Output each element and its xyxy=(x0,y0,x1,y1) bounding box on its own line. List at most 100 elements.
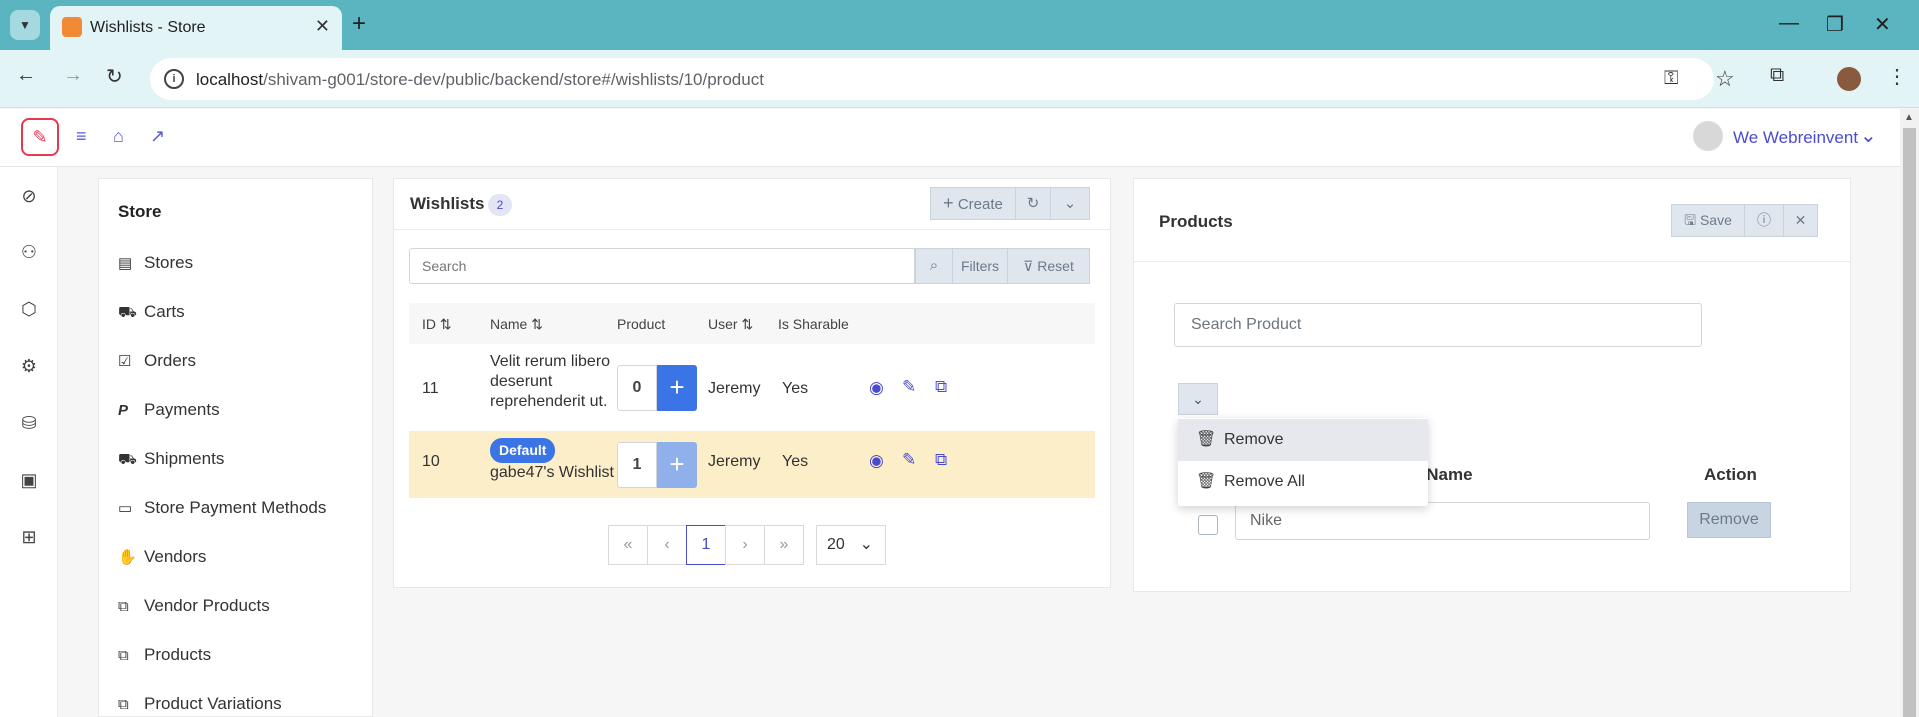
table-row-selected[interactable]: 10 Default gabe47's Wishlist 1 + Jeremy … xyxy=(409,432,1095,498)
row-checkbox[interactable] xyxy=(1198,515,1218,535)
reload-button[interactable]: ↻ xyxy=(1015,187,1051,220)
create-button[interactable]: + Create xyxy=(930,187,1016,220)
reload-icon[interactable]: ↻ xyxy=(106,64,123,89)
add-product-button[interactable]: + xyxy=(657,442,697,488)
create-label: Create xyxy=(957,196,1003,213)
copy-icon[interactable]: ⧉ xyxy=(935,377,947,397)
chevron-down-icon[interactable]: ⌄ xyxy=(1860,123,1877,148)
eye-icon[interactable]: ◉ xyxy=(869,378,884,398)
compass-icon[interactable]: ⊘ xyxy=(19,186,39,207)
password-key-icon[interactable]: ⚿ xyxy=(1664,68,1678,90)
sort-icon: ⇅ xyxy=(439,316,452,332)
new-tab-button[interactable]: + xyxy=(352,11,366,37)
column-header-product: Product xyxy=(617,316,665,332)
column-header-id[interactable]: ID ⇅ xyxy=(422,316,452,333)
external-link-icon[interactable]: ↗ xyxy=(150,126,165,147)
column-header-user[interactable]: User ⇅ xyxy=(708,316,753,333)
close-icon[interactable]: ✕ xyxy=(315,16,330,37)
favicon-icon xyxy=(62,17,82,37)
tab-title: Wishlists - Store xyxy=(90,19,206,36)
reset-button[interactable]: ⊽ Reset xyxy=(1007,248,1090,284)
database-icon[interactable]: ⛁ xyxy=(19,413,39,434)
filters-button[interactable]: Filters xyxy=(952,248,1008,284)
browser-tab-active[interactable]: Wishlists - Store ✕ xyxy=(50,6,342,50)
bulk-actions-dropdown-button[interactable]: ⌄ xyxy=(1178,383,1218,415)
page-size-select[interactable]: 20 ⌄ xyxy=(816,525,886,565)
window-close-icon[interactable]: ✕ xyxy=(1874,12,1891,37)
remove-button[interactable]: Remove xyxy=(1687,502,1771,538)
cell-sharable: Yes xyxy=(782,453,809,470)
chevron-down-icon: ⌄ xyxy=(1192,391,1204,407)
tab-search-button[interactable]: ▼ xyxy=(10,10,40,40)
back-icon[interactable]: ← xyxy=(16,64,36,87)
chevron-down-icon: ⌄ xyxy=(1063,195,1077,212)
user-icon[interactable]: ⚇ xyxy=(19,242,39,263)
user-name[interactable]: We Webreinvent xyxy=(1733,128,1858,148)
sidebar-item-payments[interactable]: P Payments xyxy=(118,400,220,420)
product-name-field[interactable]: Nike xyxy=(1235,502,1650,540)
url-text: localhost/shivam-g001/store-dev/public/b… xyxy=(196,70,764,90)
sidebar-item-stores[interactable]: ▤ Stores xyxy=(118,253,193,273)
menu-icon[interactable]: ≡ xyxy=(76,126,87,147)
site-info-icon[interactable]: i xyxy=(164,69,184,89)
gear-icon[interactable]: ⚙ xyxy=(19,356,39,377)
column-label: User xyxy=(708,316,738,332)
plus-icon: + xyxy=(943,193,954,213)
forward-icon[interactable]: → xyxy=(63,64,83,87)
sidebar-item-vendors[interactable]: ✋ Vendors xyxy=(118,547,206,567)
filters-label: Filters xyxy=(960,258,1000,274)
page-size-value: 20 xyxy=(827,536,845,553)
sidebar-title: Store xyxy=(118,202,162,221)
app-logo-icon[interactable]: ✎ xyxy=(21,118,59,156)
actions-dropdown-button[interactable]: ⌄ xyxy=(1050,187,1090,220)
sidebar-item-label: Store Payment Methods xyxy=(144,498,327,517)
grid-icon[interactable]: ⊞ xyxy=(19,527,39,548)
sidebar-item-orders[interactable]: ☑ Orders xyxy=(118,351,196,371)
menu-item-remove-all[interactable]: 🗑 Remove All xyxy=(1178,461,1428,503)
sidebar-item-carts[interactable]: ⛟ Carts xyxy=(118,302,185,323)
info-button[interactable]: ⓘ xyxy=(1744,204,1784,237)
pencil-icon[interactable]: ✎ xyxy=(902,450,916,470)
menu-item-remove[interactable]: 🗑 Remove xyxy=(1178,419,1428,461)
eye-icon[interactable]: ◉ xyxy=(869,451,884,471)
product-count: 1 xyxy=(617,442,657,488)
bookmark-star-icon[interactable]: ☆ xyxy=(1715,66,1735,92)
restore-icon[interactable]: ❐ xyxy=(1826,12,1844,37)
scroll-up-icon[interactable]: ▲ xyxy=(1904,112,1914,123)
table-row[interactable]: 11 Velit rerum libero deserunt reprehend… xyxy=(409,344,1095,432)
save-button[interactable]: 🖫 Save xyxy=(1671,204,1745,237)
next-page-button[interactable]: › xyxy=(725,525,765,565)
close-button[interactable]: ✕ xyxy=(1783,204,1818,237)
add-product-button[interactable]: + xyxy=(657,365,697,411)
avatar[interactable] xyxy=(1693,121,1723,151)
address-bar[interactable]: i localhost/shivam-g001/store-dev/public… xyxy=(150,58,1735,100)
divider xyxy=(394,229,1110,230)
pencil-icon[interactable]: ✎ xyxy=(902,377,916,397)
sidebar-item-vendor-products[interactable]: ⧉ Vendor Products xyxy=(118,596,270,616)
scrollbar-thumb[interactable] xyxy=(1903,128,1916,717)
box-icon[interactable]: ⬡ xyxy=(19,299,39,320)
copy-icon[interactable]: ⧉ xyxy=(935,450,947,470)
trash-icon: 🗑 xyxy=(1196,431,1217,448)
image-icon[interactable]: ▣ xyxy=(19,470,39,491)
last-page-button[interactable]: » xyxy=(764,525,804,565)
current-page-button[interactable]: 1 xyxy=(686,525,726,565)
column-header-name[interactable]: Name ⇅ xyxy=(490,316,543,333)
sidebar-item-shipments[interactable]: ⛟ Shipments xyxy=(118,449,224,470)
save-icon: 🖫 xyxy=(1684,212,1697,228)
search-input[interactable]: Search xyxy=(409,248,915,284)
extensions-icon[interactable]: ⧉ xyxy=(1770,64,1784,87)
sidebar-item-label: Vendors xyxy=(144,547,207,566)
search-button[interactable]: ⌕ xyxy=(915,248,953,284)
search-product-input[interactable]: Search Product xyxy=(1174,303,1702,347)
home-icon[interactable]: ⌂ xyxy=(113,126,124,147)
prev-page-button[interactable]: ‹ xyxy=(647,525,687,565)
cart-icon: ⛟ xyxy=(118,304,137,321)
first-page-button[interactable]: « xyxy=(608,525,648,565)
sidebar-item-store-payment-methods[interactable]: ▭ Store Payment Methods xyxy=(118,498,326,518)
sidebar-item-products[interactable]: ⧉ Products xyxy=(118,645,211,665)
browser-menu-icon[interactable]: ⋮ xyxy=(1887,64,1907,89)
sidebar-item-product-variations[interactable]: ⧉ Product Variations xyxy=(118,694,282,714)
browser-profile-avatar[interactable] xyxy=(1837,67,1861,91)
minimize-icon[interactable]: — xyxy=(1779,12,1799,35)
